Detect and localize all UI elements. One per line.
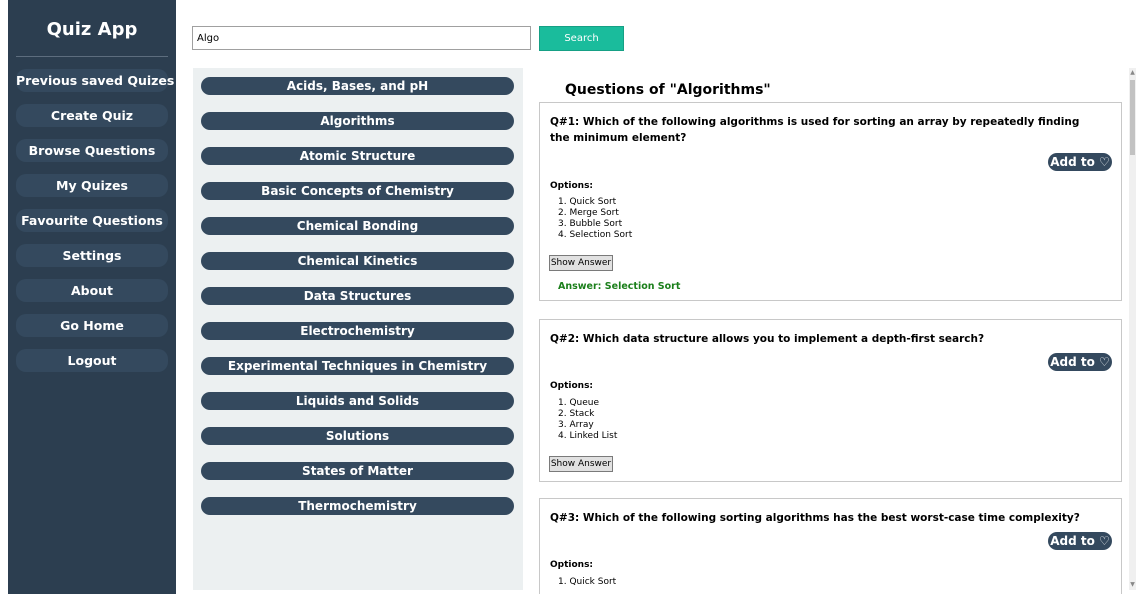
option-item: 3. Bubble Sort bbox=[558, 219, 623, 229]
questions-scrollbar[interactable]: ▲ ▼ bbox=[1129, 68, 1136, 590]
topic-atomic-structure[interactable]: Atomic Structure bbox=[201, 147, 514, 165]
scroll-thumb[interactable] bbox=[1130, 80, 1135, 155]
sidebar-item-logout[interactable]: Logout bbox=[16, 349, 168, 372]
search-button[interactable]: Search bbox=[539, 26, 624, 51]
sidebar-item-go-home[interactable]: Go Home bbox=[16, 314, 168, 337]
options-label: Options: bbox=[550, 381, 594, 391]
topic-experimental-techniques[interactable]: Experimental Techniques in Chemistry bbox=[201, 357, 514, 375]
option-item: 1. Queue bbox=[558, 398, 600, 408]
scroll-down-arrow-icon[interactable]: ▼ bbox=[1129, 581, 1136, 589]
sidebar-item-favourite-questions[interactable]: Favourite Questions bbox=[16, 209, 168, 232]
option-item: 3. Array bbox=[558, 420, 594, 430]
topic-data-structures[interactable]: Data Structures bbox=[201, 287, 514, 305]
add-to-favourites-button[interactable]: Add to ♡ bbox=[1048, 153, 1112, 171]
add-to-favourites-button[interactable]: Add to ♡ bbox=[1048, 532, 1112, 550]
quiz-app-window: Quiz App Previous saved Quizes Create Qu… bbox=[0, 0, 1136, 594]
sidebar-item-previous-saved-quizes[interactable]: Previous saved Quizes bbox=[16, 69, 174, 92]
option-item: 1. Quick Sort bbox=[558, 197, 617, 207]
sidebar-item-settings[interactable]: Settings bbox=[16, 244, 168, 267]
topic-chemical-bonding[interactable]: Chemical Bonding bbox=[201, 217, 514, 235]
question-text: Q#3: Which of the following sorting algo… bbox=[550, 512, 1080, 524]
option-item: 2. Stack bbox=[558, 409, 595, 419]
topic-thermochemistry[interactable]: Thermochemistry bbox=[201, 497, 514, 515]
topic-electrochemistry[interactable]: Electrochemistry bbox=[201, 322, 514, 340]
topic-basic-concepts-chemistry[interactable]: Basic Concepts of Chemistry bbox=[201, 182, 514, 200]
answer-text: Answer: Selection Sort bbox=[558, 281, 681, 292]
topic-list-panel: Acids, Bases, and pH Algorithms Atomic S… bbox=[193, 68, 523, 590]
topic-solutions[interactable]: Solutions bbox=[201, 427, 514, 445]
question-card: Q#1: Which of the following algorithms i… bbox=[539, 102, 1122, 301]
question-card: Q#2: Which data structure allows you to … bbox=[539, 319, 1122, 482]
sidebar-item-about[interactable]: About bbox=[16, 279, 168, 302]
sidebar-item-browse-questions[interactable]: Browse Questions bbox=[16, 139, 168, 162]
question-card: Q#3: Which of the following sorting algo… bbox=[539, 498, 1122, 594]
topic-liquids-and-solids[interactable]: Liquids and Solids bbox=[201, 392, 514, 410]
options-list: 1. Quick Sort bbox=[558, 577, 616, 588]
question-text: Q#2: Which data structure allows you to … bbox=[550, 333, 985, 345]
options-list: 1. Quick Sort 2. Merge Sort 3. Bubble So… bbox=[558, 197, 632, 241]
app-title: Quiz App bbox=[46, 19, 138, 40]
show-answer-button[interactable]: Show Answer bbox=[549, 255, 613, 271]
add-to-favourites-button[interactable]: Add to ♡ bbox=[1048, 353, 1112, 371]
options-label: Options: bbox=[550, 560, 594, 570]
search-input[interactable] bbox=[192, 26, 531, 50]
option-item: 2. Merge Sort bbox=[558, 208, 619, 218]
options-label: Options: bbox=[550, 181, 594, 191]
options-list: 1. Queue 2. Stack 3. Array 4. Linked Lis… bbox=[558, 398, 617, 442]
sidebar-divider bbox=[16, 56, 168, 57]
sidebar: Quiz App Previous saved Quizes Create Qu… bbox=[8, 0, 176, 594]
option-item: 1. Quick Sort bbox=[558, 577, 617, 587]
topic-algorithms[interactable]: Algorithms bbox=[201, 112, 514, 130]
topic-chemical-kinetics[interactable]: Chemical Kinetics bbox=[201, 252, 514, 270]
sidebar-menu: Previous saved Quizes Create Quiz Browse… bbox=[8, 69, 176, 372]
sidebar-item-my-quizes[interactable]: My Quizes bbox=[16, 174, 168, 197]
scroll-up-arrow-icon[interactable]: ▲ bbox=[1129, 69, 1136, 77]
option-item: 4. Selection Sort bbox=[558, 230, 633, 240]
question-text: Q#1: Which of the following algorithms i… bbox=[550, 116, 1080, 144]
sidebar-item-create-quiz[interactable]: Create Quiz bbox=[16, 104, 168, 127]
show-answer-button[interactable]: Show Answer bbox=[549, 456, 613, 472]
option-item: 4. Linked List bbox=[558, 431, 618, 441]
topic-acids-bases-ph[interactable]: Acids, Bases, and pH bbox=[201, 77, 514, 95]
topic-states-of-matter[interactable]: States of Matter bbox=[201, 462, 514, 480]
questions-heading: Questions of "Algorithms" bbox=[565, 82, 771, 98]
